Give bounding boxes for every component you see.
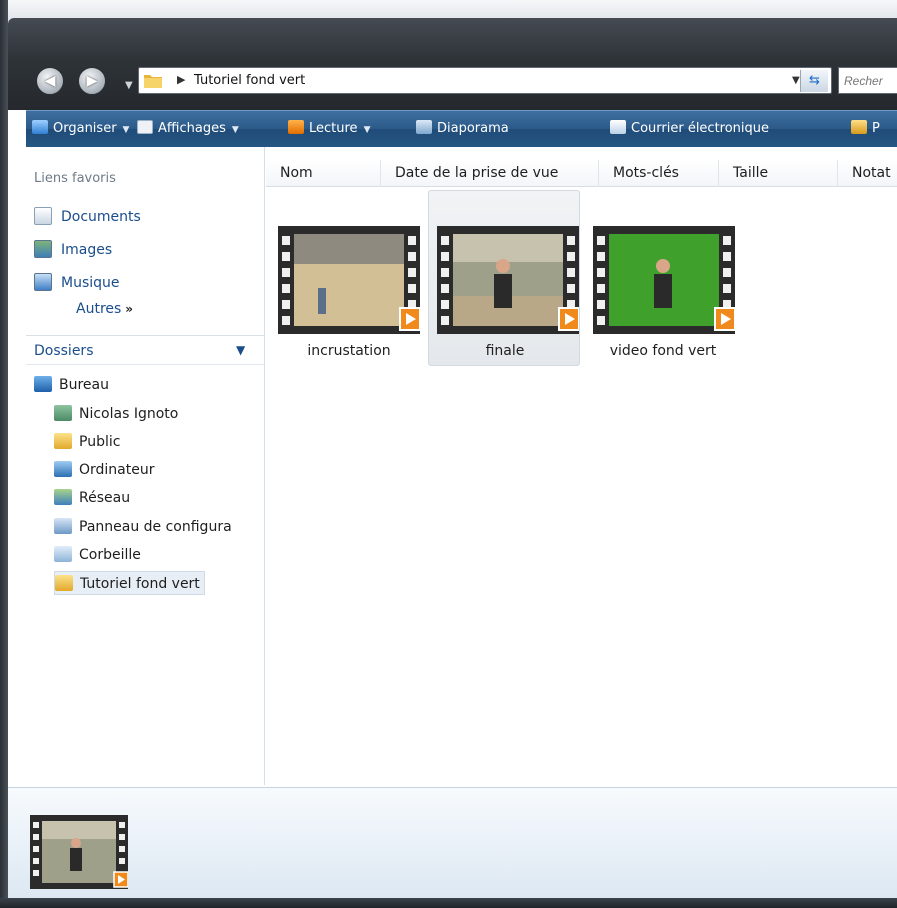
file-name: incrustation — [307, 343, 391, 359]
share-icon — [851, 120, 867, 134]
slideshow-button[interactable]: Diaporama — [416, 111, 509, 147]
tree-item-label: Bureau — [59, 377, 109, 393]
forward-arrow-icon: ▶ — [86, 73, 98, 89]
organize-icon — [32, 120, 48, 134]
tree-item-network[interactable]: Réseau — [54, 486, 130, 510]
favorite-label: Musique — [61, 275, 120, 291]
window-left-border — [0, 0, 8, 908]
folders-header[interactable]: Dossiers ▼ — [26, 337, 264, 365]
window-chrome — [8, 18, 897, 110]
column-name[interactable]: Nom — [266, 160, 381, 187]
slideshow-icon — [416, 120, 432, 134]
file-item-incrustation[interactable]: incrustation — [272, 190, 424, 366]
play-label: Lecture — [309, 121, 358, 136]
email-icon — [610, 120, 626, 134]
chevron-down-icon: ▼ — [363, 125, 371, 135]
breadcrumb[interactable]: Tutoriel fond vert — [194, 73, 305, 88]
video-file-icon — [30, 815, 128, 889]
video-file-icon — [437, 226, 579, 334]
views-button[interactable]: Affichages ▼ — [137, 111, 239, 147]
column-rating[interactable]: Notat — [838, 160, 897, 187]
tree-item-control-panel[interactable]: Panneau de configura — [54, 515, 264, 539]
email-button[interactable]: Courrier électronique — [610, 111, 769, 147]
tree-item-user[interactable]: Nicolas Ignoto — [54, 402, 178, 426]
favorite-music[interactable]: Musique — [34, 271, 120, 295]
recycle-bin-icon — [54, 546, 72, 562]
explorer-window: ◀ ▶ ▼ ▶ Tutoriel fond vert ▼ ⇆ Organiser… — [0, 0, 897, 908]
share-label: P — [872, 121, 880, 136]
computer-icon — [54, 461, 72, 477]
search-input[interactable] — [839, 68, 897, 93]
back-arrow-icon: ◀ — [44, 73, 56, 89]
more-favorites-link[interactable]: Autres» — [76, 301, 133, 317]
tree-item-public[interactable]: Public — [54, 430, 120, 454]
double-chevron-icon: » — [125, 302, 134, 316]
user-folder-icon — [54, 405, 72, 421]
back-button[interactable]: ◀ — [36, 67, 64, 95]
chevron-down-icon: ▼ — [122, 125, 130, 135]
column-date-taken[interactable]: Date de la prise de vue — [381, 160, 599, 187]
organize-button[interactable]: Organiser ▼ — [32, 111, 129, 147]
tree-item-computer[interactable]: Ordinateur — [54, 458, 155, 482]
recent-pages-dropdown-icon[interactable]: ▼ — [125, 80, 133, 91]
navigation-pane: Liens favoris Documents Images Musique A… — [26, 147, 265, 785]
search-box[interactable] — [838, 67, 897, 94]
refresh-button[interactable]: ⇆ — [800, 70, 828, 92]
play-button[interactable]: Lecture ▼ — [288, 111, 370, 147]
file-name: finale — [485, 343, 525, 359]
folder-icon — [55, 575, 73, 591]
pane-divider — [26, 335, 264, 336]
file-item-video-fond-vert[interactable]: video fond vert — [586, 190, 738, 366]
tree-item-label: Panneau de configura — [79, 519, 232, 535]
favorite-label: Images — [61, 242, 113, 258]
tree-item-label: Réseau — [79, 490, 131, 506]
favorite-images[interactable]: Images — [34, 238, 112, 262]
folder-icon — [144, 75, 162, 88]
views-icon — [137, 120, 153, 134]
share-button[interactable]: P — [851, 111, 880, 147]
column-header: Nom Date de la prise de vue Mots-clés Ta… — [266, 160, 897, 187]
chevron-down-icon: ▼ — [231, 125, 239, 135]
column-size[interactable]: Taille — [719, 160, 838, 187]
tree-item-label: Nicolas Ignoto — [79, 406, 179, 422]
tree-item-label: Public — [79, 434, 121, 450]
address-bar[interactable]: ▶ Tutoriel fond vert ▼ — [138, 67, 832, 94]
music-icon — [34, 273, 52, 291]
control-panel-icon — [54, 518, 72, 534]
file-item-finale[interactable]: finale — [428, 190, 580, 366]
email-label: Courrier électronique — [631, 121, 770, 136]
play-icon — [288, 120, 304, 134]
window-bottom-border — [0, 898, 897, 908]
details-pane — [8, 787, 897, 898]
tree-item-label: Tutoriel fond vert — [80, 576, 200, 592]
address-dropdown-icon[interactable]: ▼ — [792, 75, 800, 86]
breadcrumb-separator-icon[interactable]: ▶ — [177, 73, 185, 86]
tree-item-recycle-bin[interactable]: Corbeille — [54, 543, 141, 567]
tree-item-bureau[interactable]: Bureau — [34, 373, 109, 397]
tree-item-label: Corbeille — [79, 547, 141, 563]
more-label: Autres — [76, 301, 122, 317]
video-file-icon — [593, 226, 735, 334]
chevron-down-icon: ▼ — [236, 343, 246, 357]
slideshow-label: Diaporama — [437, 121, 509, 136]
folder-icon — [54, 433, 72, 449]
video-file-icon — [278, 226, 420, 334]
folders-title: Dossiers — [34, 343, 94, 359]
favorite-documents[interactable]: Documents — [34, 205, 141, 229]
favorite-label: Documents — [61, 209, 141, 225]
views-label: Affichages — [158, 121, 226, 136]
desktop-icon — [34, 376, 52, 392]
tree-item-label: Ordinateur — [79, 462, 155, 478]
tree-item-tutoriel[interactable]: Tutoriel fond vert — [54, 571, 205, 595]
favorites-title: Liens favoris — [34, 171, 116, 186]
documents-icon — [34, 207, 52, 225]
organize-label: Organiser — [53, 121, 117, 136]
forward-button[interactable]: ▶ — [78, 67, 106, 95]
file-name: video fond vert — [609, 343, 717, 359]
images-icon — [34, 240, 52, 258]
refresh-icon: ⇆ — [809, 73, 820, 88]
command-bar: Organiser ▼ Affichages ▼ Lecture ▼ Diaporam… — [26, 110, 897, 147]
column-tags[interactable]: Mots-clés — [599, 160, 719, 187]
network-icon — [54, 489, 72, 505]
